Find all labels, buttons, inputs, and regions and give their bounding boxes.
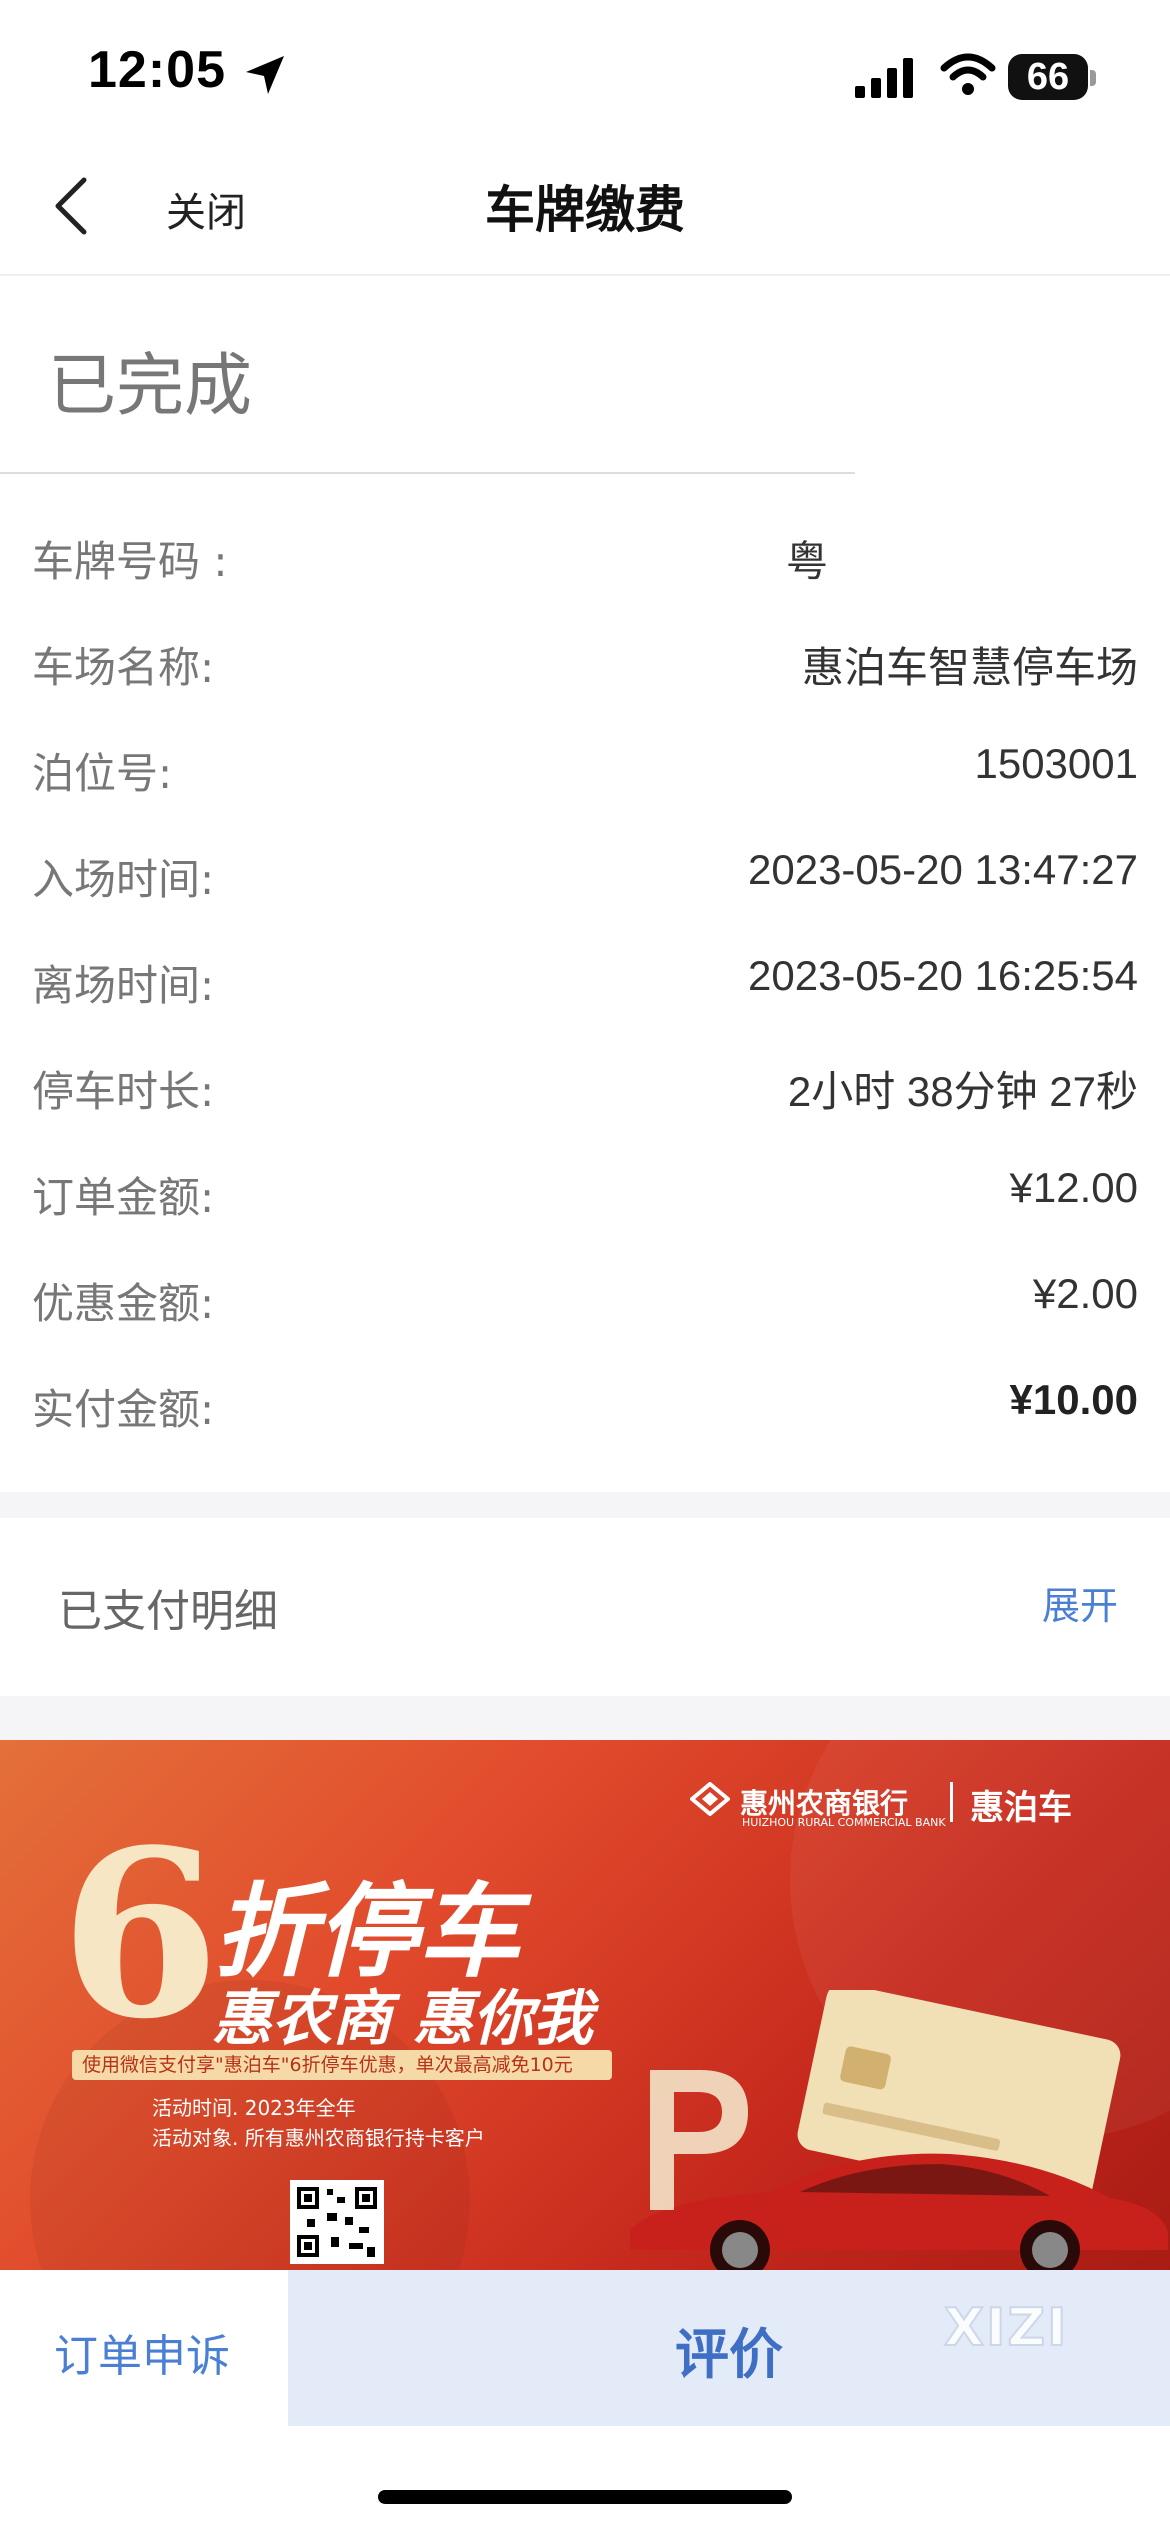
divider	[0, 472, 855, 474]
expand-button[interactable]: 展开	[1042, 1575, 1118, 1630]
watermark: XIZI	[943, 2297, 1069, 2359]
page-title: 车牌缴费	[485, 181, 685, 239]
brand-logo: 惠泊车	[970, 1788, 1072, 1828]
cellular-signal-icon	[855, 58, 913, 98]
home-indicator[interactable]	[378, 2490, 792, 2504]
activity-time: 活动时间. 2023年全年	[152, 2096, 356, 2120]
parking-lot-label: 车场名称:	[32, 643, 215, 692]
activity-target: 活动对象. 所有惠州农商银行持卡客户	[152, 2126, 485, 2150]
duration-value: 2小时 38分钟 27秒	[787, 1068, 1138, 1115]
entry-time-label: 入场时间:	[32, 855, 215, 904]
order-complaint-button[interactable]: 订单申诉	[54, 2320, 230, 2384]
bank-logo-icon	[690, 1782, 730, 1816]
wifi-icon	[940, 53, 996, 95]
paid-amount-label: 实付金额:	[32, 1385, 215, 1434]
promo-subtitle: 惠农商 惠你我	[212, 1984, 593, 2054]
berth-number-label: 泊位号:	[32, 749, 173, 798]
plate-number-label: 车牌号码 :	[32, 537, 228, 586]
discount-amount-value: ¥2.00	[1032, 1270, 1138, 1317]
status-time: 12:05	[88, 41, 226, 99]
promo-note: 使用微信支付享"惠泊车"6折停车优惠，单次最高减免10元	[72, 2050, 612, 2080]
divider	[950, 1782, 953, 1822]
duration-label: 停车时长:	[32, 1067, 215, 1116]
bank-name-en: HUIZHOU RURAL COMMERCIAL BANK	[742, 1816, 946, 1829]
order-amount-value: ¥12.00	[1009, 1164, 1138, 1211]
berth-number-value: 1503001	[974, 740, 1138, 787]
discount-amount-label: 优惠金额:	[32, 1279, 215, 1328]
exit-time-value: 2023-05-20 16:25:54	[748, 952, 1138, 999]
location-arrow-icon	[246, 56, 284, 94]
parking-p-icon	[650, 2070, 748, 2210]
qr-code-icon	[290, 2180, 384, 2264]
plate-number-value: 粤	[785, 538, 828, 585]
order-amount-label: 订单金额:	[32, 1173, 215, 1222]
order-status: 已完成	[48, 347, 253, 426]
battery-percentage: 66	[1026, 56, 1070, 98]
entry-time-value: 2023-05-20 13:47:27	[748, 846, 1138, 893]
exit-time-label: 离场时间:	[32, 961, 215, 1010]
home-indicator-area	[0, 2426, 1170, 2532]
promo-number: 6	[60, 1800, 221, 2070]
parking-lot-value: 惠泊车智慧停车场	[801, 644, 1138, 691]
paid-detail-label: 已支付明细	[58, 1586, 278, 1637]
battery-tip	[1090, 70, 1096, 86]
paid-amount-value: ¥10.00	[1009, 1376, 1138, 1423]
